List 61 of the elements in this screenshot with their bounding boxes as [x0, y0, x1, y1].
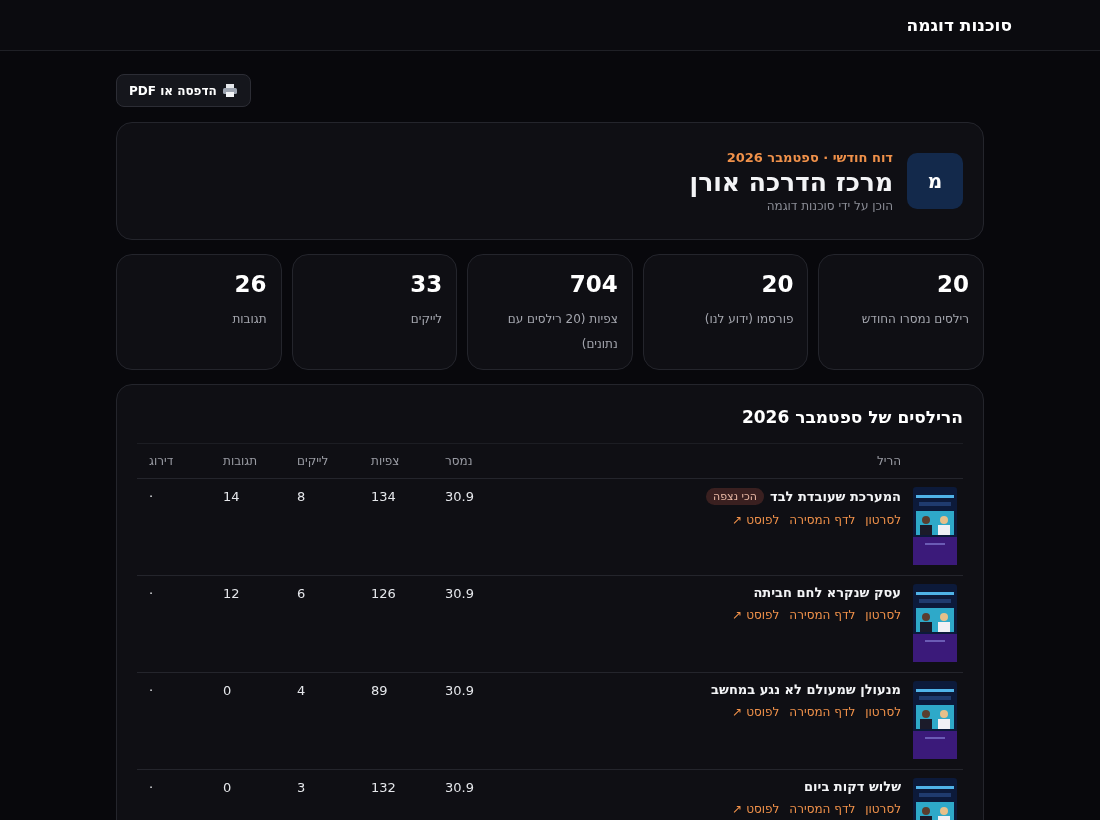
stat-label: תגובות — [231, 311, 267, 328]
avatar: מ — [907, 153, 963, 209]
column-header: צפיות — [359, 443, 433, 479]
printer-icon — [221, 83, 238, 98]
reel-link[interactable]: לפוסט ↗ — [732, 705, 780, 719]
report-credit: הוכן על ידי סוכנות דוגמה — [765, 198, 893, 213]
reel-link[interactable]: לסרטון — [865, 513, 901, 527]
client-name: מרכז הדרכה אורן — [689, 167, 893, 197]
column-header: דירוג — [137, 443, 211, 479]
table-cell: · — [137, 672, 211, 770]
column-header: לייקים — [285, 443, 359, 479]
table-cell: · — [137, 478, 211, 576]
table-cell: 89 — [359, 672, 433, 770]
reel-title: עסק שנקרא לחם חביתה — [753, 585, 901, 600]
table-cell: 3 — [285, 769, 359, 820]
column-header: הריל — [507, 443, 913, 479]
table-cell: 134 — [359, 478, 433, 576]
table-cell: 30.9 — [433, 672, 507, 770]
reel-title: שלוש דקות ביום — [804, 779, 901, 794]
table-cell: 4 — [285, 672, 359, 770]
column-header: תגובות — [211, 443, 285, 479]
table-cell: 132 — [359, 769, 433, 820]
table-cell: 14 — [211, 478, 285, 576]
table-cell: 30.9 — [433, 478, 507, 576]
stat-label: פורסמו (ידוע לנו) — [703, 311, 794, 328]
stat-value: 26 — [233, 271, 267, 297]
reel-link[interactable]: לדף המסירה — [789, 802, 856, 816]
brand-name: סוכנות דוגמה — [906, 15, 1012, 35]
reel-link[interactable]: לדף המסירה — [789, 513, 856, 527]
reel-link[interactable]: לפוסט ↗ — [732, 513, 780, 527]
column-header: נמסר — [433, 443, 507, 479]
table-cell: 30.9 — [433, 769, 507, 820]
table-cell: 126 — [359, 575, 433, 673]
stat-value: 20 — [760, 271, 794, 297]
table-cell: 6 — [285, 575, 359, 673]
table-cell: 12 — [211, 575, 285, 673]
print-button[interactable]: הדפסה או PDF — [116, 74, 251, 107]
table-cell: · — [137, 769, 211, 820]
table-cell: 8 — [285, 478, 359, 576]
stat-label: רילסים נמסרו החודש — [860, 311, 969, 328]
stat-label: צפיות (20 רילסים עם נתונים) — [506, 311, 618, 353]
table-cell: 0 — [211, 672, 285, 770]
reel-title: מנעולן שמעולם לא נגע במחשב — [711, 682, 901, 697]
reel-link[interactable]: לפוסט ↗ — [732, 802, 780, 816]
reel-link[interactable]: לדף המסירה — [789, 608, 856, 622]
table-cell: 30.9 — [433, 575, 507, 673]
table-cell: · — [137, 575, 211, 673]
section-title: הרילסים של ספטמבר 2026 — [740, 407, 963, 427]
reel-link[interactable]: לפוסט ↗ — [732, 608, 780, 622]
top-viewed-badge: הכי נצפה — [706, 488, 764, 505]
table-cell: 0 — [211, 769, 285, 820]
stat-value: 20 — [936, 271, 969, 297]
stat-value: 704 — [568, 271, 618, 297]
reel-title: המערכת שעובדת לבד — [770, 489, 901, 504]
reel-link[interactable]: לסרטון — [865, 705, 901, 719]
reel-link[interactable]: לדף המסירה — [789, 705, 856, 719]
stat-label: לייקים — [409, 311, 443, 328]
reel-link[interactable]: לסרטון — [865, 802, 901, 816]
stat-value: 33 — [409, 271, 443, 297]
reel-link[interactable]: לסרטון — [865, 608, 901, 622]
report-period: דוח חודשי · ספטמבר 2026 — [725, 149, 893, 165]
